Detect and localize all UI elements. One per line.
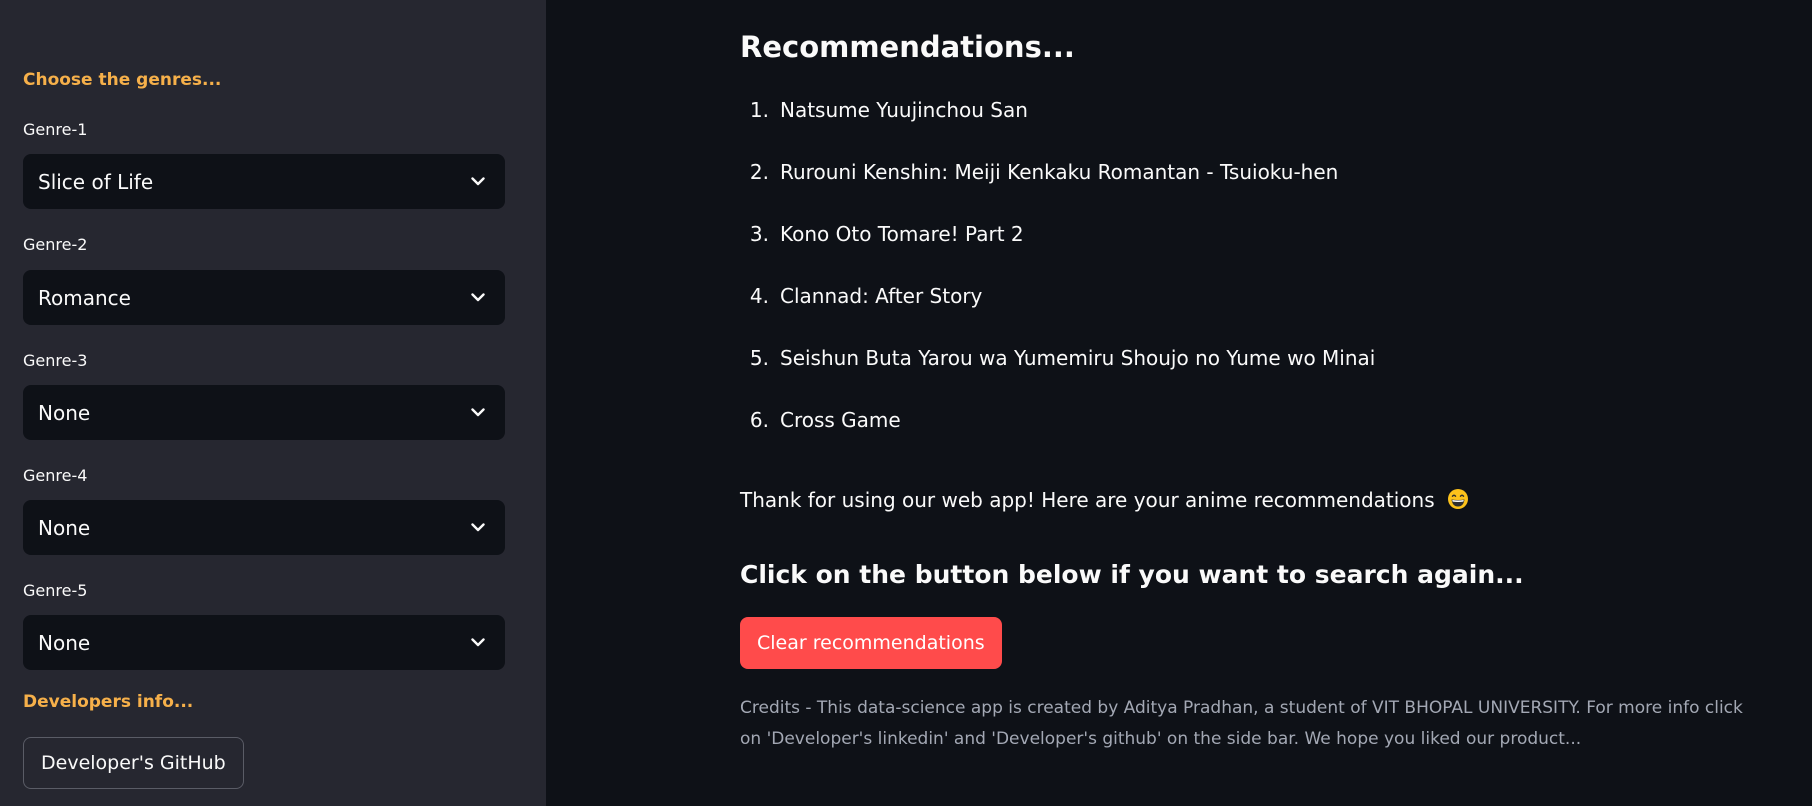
genre-3-label: Genre-3	[23, 351, 88, 370]
genre-4-select[interactable]: None	[23, 500, 505, 555]
list-item: 1. Natsume Yuujinchou San	[740, 98, 1770, 160]
developers-heading: Developers info...	[23, 692, 194, 712]
genre-1-select[interactable]: Slice of Life	[23, 154, 505, 209]
list-item: 3. Kono Oto Tomare! Part 2	[740, 222, 1770, 284]
genre-2-label: Genre-2	[23, 235, 88, 254]
list-item-number: 4.	[749, 284, 769, 308]
genre-3-select[interactable]: None	[23, 385, 505, 440]
genre-5-label: Genre-5	[23, 581, 88, 600]
chevron-down-icon	[469, 634, 487, 652]
recommendations-list: 1. Natsume Yuujinchou San 2. Rurouni Ken…	[740, 98, 1770, 470]
grinning-face-icon	[1447, 488, 1469, 510]
list-item-number: 3.	[749, 222, 769, 246]
sidebar: Choose the genres... Genre-1 Slice of Li…	[0, 0, 546, 806]
list-item-title: Kono Oto Tomare! Part 2	[780, 222, 1024, 246]
list-item: 2. Rurouni Kenshin: Meiji Kenkaku Romant…	[740, 160, 1770, 222]
genre-4-label: Genre-4	[23, 466, 88, 485]
list-item-number: 5.	[749, 346, 769, 370]
developer-github-button[interactable]: Developer's GitHub	[23, 737, 244, 789]
genre-5-select[interactable]: None	[23, 615, 505, 670]
chevron-down-icon	[469, 173, 487, 191]
genre-1-label: Genre-1	[23, 120, 88, 139]
genre-4-value: None	[38, 515, 91, 540]
main-area: Recommendations... 1. Natsume Yuujinchou…	[546, 0, 1812, 806]
genre-3-value: None	[38, 400, 91, 425]
app-root: Choose the genres... Genre-1 Slice of Li…	[0, 0, 1812, 806]
chevron-down-icon	[469, 289, 487, 307]
list-item-title: Rurouni Kenshin: Meiji Kenkaku Romantan …	[780, 160, 1339, 184]
search-again-heading: Click on the button below if you want to…	[740, 560, 1524, 589]
credits-text: Credits - This data-science app is creat…	[740, 698, 1743, 749]
list-item-title: Natsume Yuujinchou San	[780, 98, 1028, 122]
chevron-down-icon	[469, 519, 487, 537]
list-item-title: Clannad: After Story	[780, 284, 983, 308]
recommendations-heading: Recommendations...	[740, 30, 1075, 64]
list-item: 5. Seishun Buta Yarou wa Yumemiru Shoujo…	[740, 346, 1770, 408]
list-item-title: Seishun Buta Yarou wa Yumemiru Shoujo no…	[780, 346, 1376, 370]
list-item-number: 2.	[749, 160, 769, 184]
chevron-down-icon	[469, 404, 487, 422]
list-item-number: 6.	[749, 408, 769, 432]
clear-recommendations-button[interactable]: Clear recommendations	[740, 617, 1002, 669]
genre-1-value: Slice of Life	[38, 169, 154, 194]
genres-heading: Choose the genres...	[23, 70, 222, 90]
list-item-number: 1.	[749, 98, 769, 122]
list-item-title: Cross Game	[780, 408, 901, 432]
genre-2-select[interactable]: Romance	[23, 270, 505, 325]
genre-2-value: Romance	[38, 285, 131, 310]
list-item: 4. Clannad: After Story	[740, 284, 1770, 346]
genre-5-value: None	[38, 630, 91, 655]
list-item: 6. Cross Game	[740, 408, 1770, 470]
thanks-message: Thank for using our web app! Here are yo…	[740, 488, 1469, 512]
thanks-text: Thank for using our web app! Here are yo…	[740, 488, 1435, 512]
